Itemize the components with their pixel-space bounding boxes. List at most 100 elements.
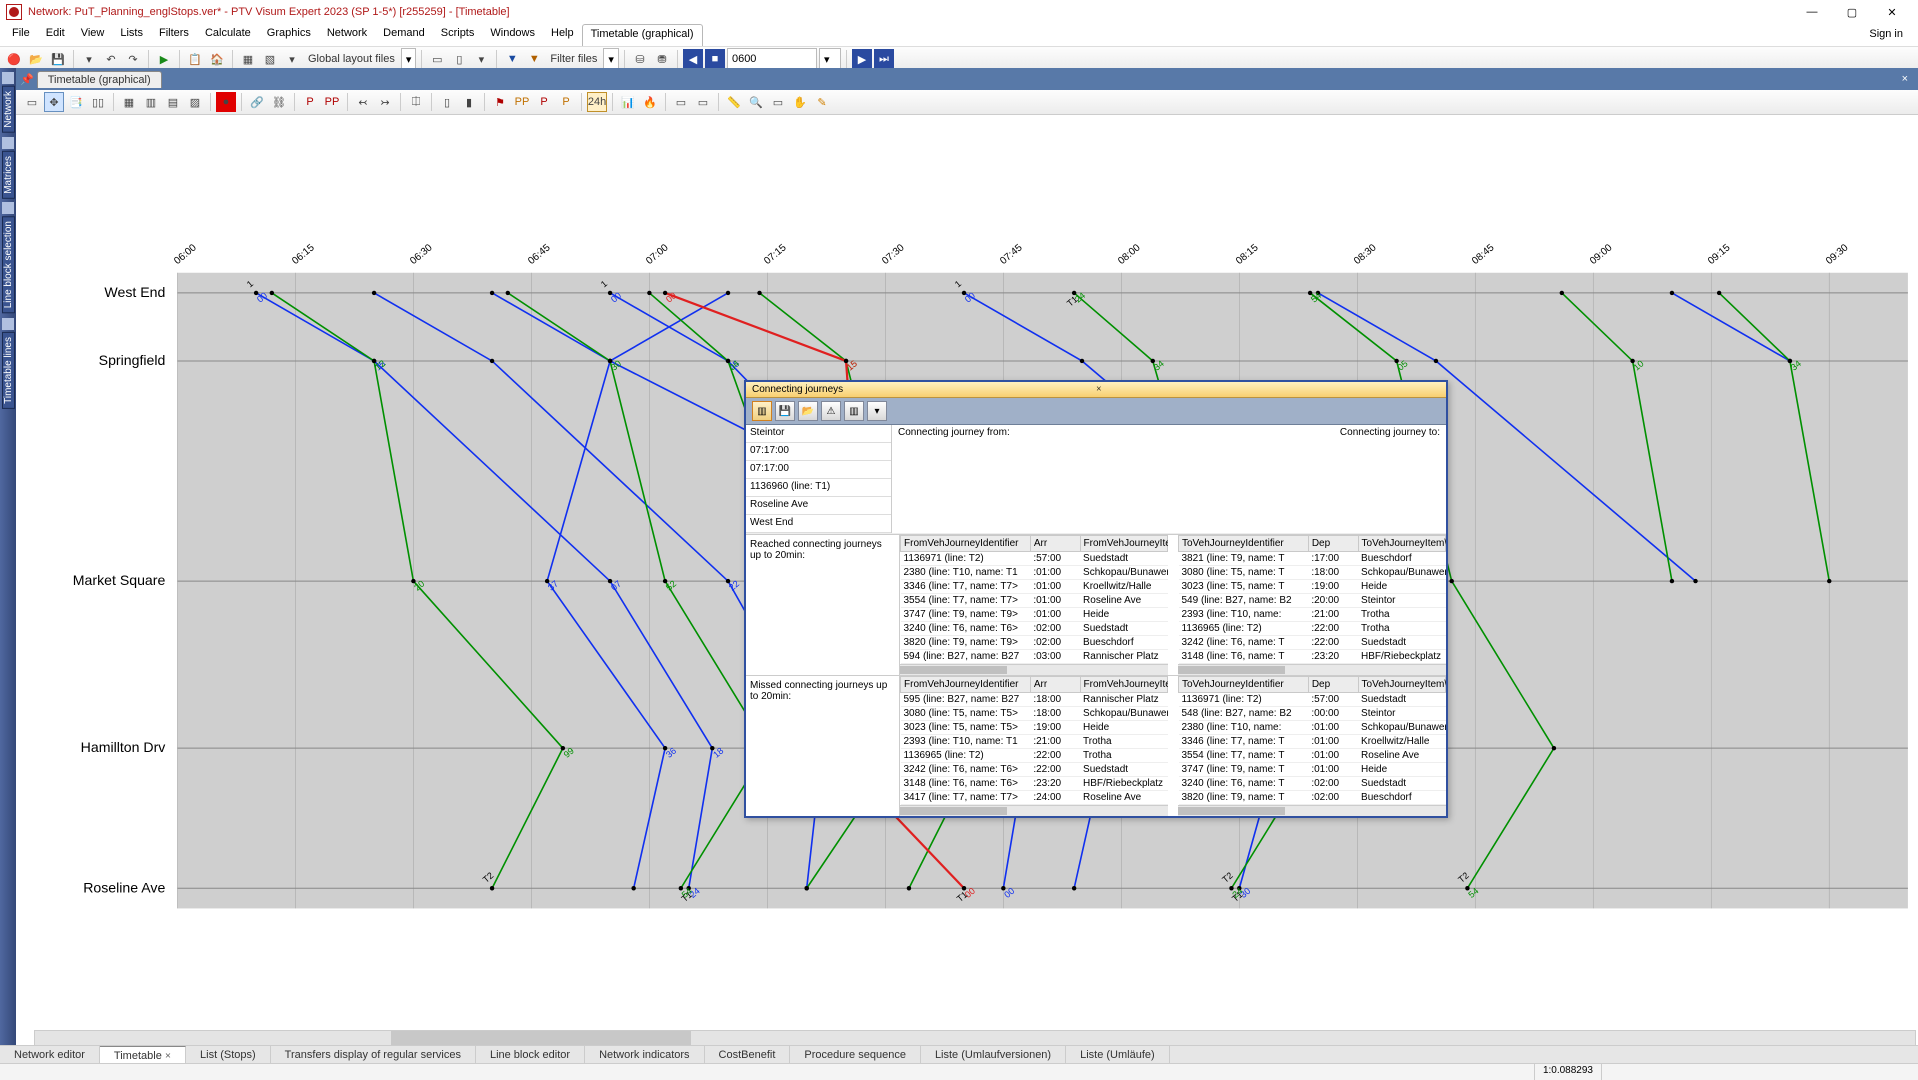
- menu-help[interactable]: Help: [543, 24, 582, 46]
- tt-hand-icon[interactable]: ✥: [44, 92, 64, 112]
- tt-span-left-icon[interactable]: ↢: [353, 92, 373, 112]
- tt-pp3-icon[interactable]: PP: [512, 92, 532, 112]
- btab-network-editor[interactable]: Network editor: [0, 1046, 100, 1064]
- tt-grid3-icon[interactable]: ▤: [163, 92, 183, 112]
- window-maximize[interactable]: ▢: [1832, 2, 1872, 22]
- tt-link-icon[interactable]: 🔗: [247, 92, 267, 112]
- filter-icon[interactable]: ▭: [427, 49, 447, 69]
- table-row[interactable]: 3554 (line: T7, name: T:01:00Roseline Av…: [1179, 749, 1446, 763]
- btab-lineblock[interactable]: Line block editor: [476, 1046, 585, 1064]
- sidebar-icon[interactable]: [2, 202, 14, 214]
- filter2-icon[interactable]: ▯: [449, 49, 469, 69]
- cj-close-icon[interactable]: ×: [1096, 384, 1440, 395]
- table-row[interactable]: 3554 (line: T7, name: T7>:01:00Roseline …: [901, 594, 1168, 608]
- cj-missed-to-table[interactable]: ToVehJourneyIdentifierDepToVehJourneyIte…: [1178, 676, 1446, 805]
- table-row[interactable]: 1136971 (line: T2):57:00Suedstadt: [901, 552, 1168, 566]
- tt-pp2-icon[interactable]: PP: [322, 92, 342, 112]
- table-row[interactable]: 3747 (line: T9, name: T9>:01:00Heide: [901, 608, 1168, 622]
- hscroll[interactable]: [1178, 664, 1446, 675]
- tt-box2-icon[interactable]: ▭: [693, 92, 713, 112]
- window-minimize[interactable]: —: [1792, 2, 1832, 22]
- btab-costbenefit[interactable]: CostBenefit: [705, 1046, 791, 1064]
- btab-umlaufe[interactable]: Liste (Umläufe): [1066, 1046, 1170, 1064]
- menu-lists[interactable]: Lists: [112, 24, 151, 46]
- layout-dropdown[interactable]: ▾: [401, 48, 417, 70]
- sidebar-tab-lineblock[interactable]: Line block selection: [2, 216, 15, 313]
- sidebar-icon[interactable]: [2, 137, 14, 149]
- btab-transfers[interactable]: Transfers display of regular services: [271, 1046, 476, 1064]
- menu-demand[interactable]: Demand: [375, 24, 433, 46]
- filter-dropdown[interactable]: ▾: [603, 48, 619, 70]
- filter-menu-icon[interactable]: ▾: [471, 49, 491, 69]
- sidebar-tab-timetable-lines[interactable]: Timetable lines: [2, 332, 15, 409]
- tt-copy-icon[interactable]: ▯▯: [88, 92, 108, 112]
- table-row[interactable]: 2380 (line: T10, name: T1:01:00Schkopau/…: [901, 566, 1168, 580]
- new-icon[interactable]: 🔴: [4, 49, 24, 69]
- table-row[interactable]: 595 (line: B27, name: B27:18:00Rannische…: [901, 693, 1168, 707]
- tt-pp4-icon[interactable]: P: [534, 92, 554, 112]
- time-play-icon[interactable]: ▶: [852, 49, 872, 69]
- redo-icon[interactable]: ↷: [123, 49, 143, 69]
- tab-close-icon[interactable]: ×: [1892, 73, 1918, 85]
- open-icon[interactable]: 📂: [26, 49, 46, 69]
- btab-indicators[interactable]: Network indicators: [585, 1046, 704, 1064]
- time-input[interactable]: [727, 48, 817, 70]
- tt-vgrid1-icon[interactable]: ▯: [437, 92, 457, 112]
- table-row[interactable]: 3148 (line: T6, name: T:23:20HBF/Riebeck…: [1179, 650, 1446, 664]
- tt-grid4-icon[interactable]: ▨: [185, 92, 205, 112]
- tt-span-right-icon[interactable]: ↣: [375, 92, 395, 112]
- tt-record-icon[interactable]: ●: [216, 92, 236, 112]
- table-row[interactable]: 3821 (line: T9, name: T:17:00Bueschdorf: [1179, 552, 1446, 566]
- table-row[interactable]: 3148 (line: T6, name: T6>:23:20HBF/Riebe…: [901, 777, 1168, 791]
- tt-box1-icon[interactable]: ▭: [671, 92, 691, 112]
- menu-calculate[interactable]: Calculate: [197, 24, 259, 46]
- tab-timetable[interactable]: Timetable (graphical): [37, 71, 162, 88]
- table-row[interactable]: 548 (line: B27, name: B2:00:00Steintor: [1179, 707, 1446, 721]
- signin-button[interactable]: Sign in: [1858, 24, 1914, 46]
- menu-timetable-graphical[interactable]: Timetable (graphical): [582, 24, 703, 46]
- table-row[interactable]: 3820 (line: T9, name: T:02:00Bueschdorf: [1179, 791, 1446, 805]
- funnel-icon[interactable]: ▼: [502, 49, 522, 69]
- sidebar-icon[interactable]: [2, 318, 14, 330]
- time-next-icon[interactable]: ⏭: [874, 49, 894, 69]
- cj-tool-sheet-icon[interactable]: ▥: [844, 401, 864, 421]
- table-row[interactable]: 3242 (line: T6, name: T:22:00Suedstadt: [1179, 636, 1446, 650]
- tt-grid2-icon[interactable]: ▥: [141, 92, 161, 112]
- table-row[interactable]: 594 (line: B27, name: B27:03:00Rannische…: [901, 650, 1168, 664]
- table-row[interactable]: 2380 (line: T10, name::01:00Schkopau/Bun…: [1179, 721, 1446, 735]
- db-icon[interactable]: ⛁: [630, 49, 650, 69]
- menu-graphics[interactable]: Graphics: [259, 24, 319, 46]
- tt-cursor-icon[interactable]: ▭: [22, 92, 42, 112]
- table-row[interactable]: 3023 (line: T5, name: T:19:00Heide: [1179, 580, 1446, 594]
- tt-draw-icon[interactable]: ✎: [812, 92, 832, 112]
- time-stop-icon[interactable]: ■: [705, 49, 725, 69]
- save-icon[interactable]: 💾: [48, 49, 68, 69]
- table-row[interactable]: 2393 (line: T10, name::21:00Trotha: [1179, 608, 1446, 622]
- table-row[interactable]: 3242 (line: T6, name: T6>:22:00Suedstadt: [901, 763, 1168, 777]
- tt-flag1-icon[interactable]: ⚑: [490, 92, 510, 112]
- hscroll[interactable]: [900, 664, 1168, 675]
- table-row[interactable]: 1136971 (line: T2):57:00Suedstadt: [1179, 693, 1446, 707]
- table-row[interactable]: 3417 (line: T7, name: T7>:24:00Roseline …: [901, 791, 1168, 805]
- menu-network[interactable]: Network: [319, 24, 375, 46]
- sidebar-icon[interactable]: [2, 72, 14, 84]
- tt-chart-icon[interactable]: 📊: [618, 92, 638, 112]
- btab-umlaufver[interactable]: Liste (Umlaufversionen): [921, 1046, 1066, 1064]
- stringline-chart[interactable]: 06:0006:1506:3006:4507:0007:1507:3007:45…: [16, 115, 1918, 1046]
- sidebar-tab-matrices[interactable]: Matrices: [2, 151, 15, 199]
- menu-scripts[interactable]: Scripts: [433, 24, 483, 46]
- chart-hscroll[interactable]: [34, 1030, 1916, 1046]
- table-row[interactable]: 3346 (line: T7, name: T:01:00Kroellwitz/…: [1179, 735, 1446, 749]
- cj-tool-select-icon[interactable]: ▥: [752, 401, 772, 421]
- tt-zoom-icon[interactable]: 🔍: [746, 92, 766, 112]
- table-row[interactable]: 549 (line: B27, name: B2:20:00Steintor: [1179, 594, 1446, 608]
- table-row[interactable]: 3240 (line: T6, name: T:02:00Suedstadt: [1179, 777, 1446, 791]
- btab-timetable[interactable]: Timetable ×: [100, 1046, 186, 1064]
- tt-fire-icon[interactable]: 🔥: [640, 92, 660, 112]
- table-row[interactable]: 1136965 (line: T2):22:00Trotha: [901, 749, 1168, 763]
- time-prev-icon[interactable]: ◀: [683, 49, 703, 69]
- paste-icon[interactable]: 📋: [185, 49, 205, 69]
- table-row[interactable]: 3346 (line: T7, name: T7>:01:00Kroellwit…: [901, 580, 1168, 594]
- window-close[interactable]: ✕: [1872, 2, 1912, 22]
- funnel2-icon[interactable]: ▼: [524, 49, 544, 69]
